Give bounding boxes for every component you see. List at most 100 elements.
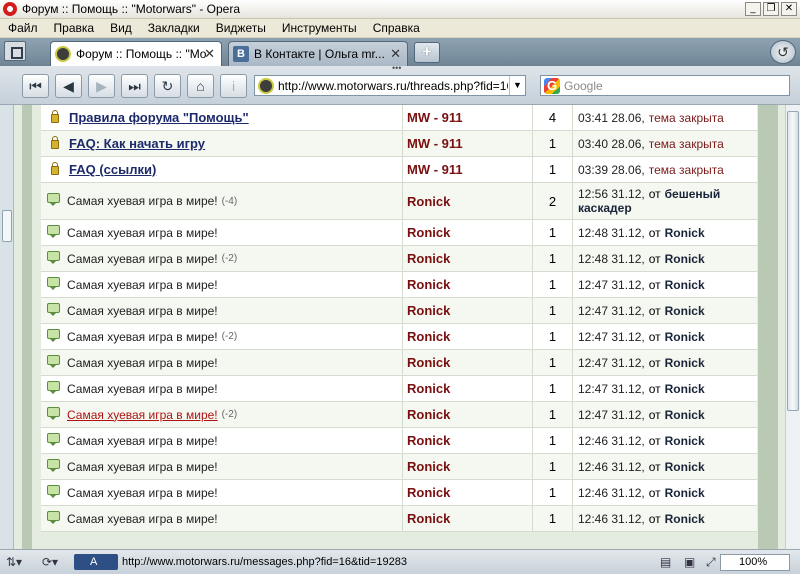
home-button[interactable]: ⌂ [187, 74, 214, 98]
topic-link[interactable]: Самая хуевая игра в мире! [67, 304, 218, 318]
images-toggle-icon[interactable]: ▣ [684, 555, 695, 569]
topic-link[interactable]: Самая хуевая игра в мире! [67, 512, 218, 526]
last-post-prefix: от [648, 485, 661, 500]
scrollbar-thumb[interactable] [787, 111, 799, 411]
menu-help[interactable]: Справка [365, 21, 428, 35]
topic-link[interactable]: Самая хуевая игра в мире! [67, 194, 218, 208]
last-post-info: 12:56 31.12, от бешеный каскадер [578, 187, 757, 215]
topic-link[interactable]: Самая хуевая игра в мире! [67, 330, 218, 344]
menu-file[interactable]: Файл [0, 21, 46, 35]
rewind-button[interactable]: ⏮ [22, 74, 49, 98]
author-name[interactable]: MW - 911 [403, 131, 533, 156]
menu-edit[interactable]: Правка [46, 21, 103, 35]
panel-icon[interactable]: ▤ [660, 555, 671, 569]
menu-tools[interactable]: Инструменты [274, 21, 365, 35]
author-name[interactable]: Ronick [403, 428, 533, 453]
topic-link[interactable]: Самая хуевая игра в мире! [67, 382, 218, 396]
last-post-user[interactable]: Ronick [665, 278, 705, 292]
topic-link[interactable]: Самая хуевая игра в мире! [67, 486, 218, 500]
tab-forum[interactable]: Форум :: Помощь :: "Mo... ✕ [50, 41, 222, 66]
google-search-icon[interactable]: G [544, 77, 560, 94]
author-name[interactable]: Ronick [403, 298, 533, 323]
table-row: comment-icon Самая хуевая игра в мире! Ron… [41, 272, 757, 298]
author-name[interactable]: Ronick [403, 376, 533, 401]
author-name[interactable]: Ronick [403, 402, 533, 427]
network-status-icon[interactable]: ⇅▾ [6, 555, 22, 569]
topic-link[interactable]: Самая хуевая игра в мире! [67, 226, 218, 240]
close-button[interactable]: ✕ [781, 2, 797, 16]
topic-link[interactable]: Самая хуевая игра в мире! [67, 408, 218, 422]
closed-tabs-trash-icon[interactable]: ↺ [770, 40, 796, 64]
author-name[interactable]: Ronick [403, 350, 533, 375]
author-name[interactable]: Ronick [403, 506, 533, 531]
zoom-control[interactable]: 100% [720, 554, 790, 571]
search-input[interactable]: Google [564, 79, 603, 93]
fit-to-width-icon[interactable]: ⤢ [706, 555, 716, 570]
author-name[interactable]: Ronick [403, 324, 533, 349]
maximize-button[interactable]: ❐ [763, 2, 779, 16]
last-post-user[interactable]: Ronick [665, 252, 705, 266]
last-post-user[interactable]: Ronick [665, 486, 705, 500]
address-dropdown-icon[interactable]: ▼ [509, 76, 525, 95]
tab-close-icon[interactable]: ✕ [390, 46, 401, 62]
author-name[interactable]: Ronick [403, 246, 533, 271]
topic-link[interactable]: Самая хуевая игра в мире! [67, 460, 218, 474]
menu-bookmarks[interactable]: Закладки [140, 21, 208, 35]
forward-button[interactable]: ▶ [88, 74, 115, 98]
last-post-info: 12:46 31.12, от Ronick [578, 460, 705, 474]
address-bar[interactable]: http://www.motorwars.ru/threads.php?fid=… [254, 75, 526, 96]
last-post-cell: 12:47 31.12, от Ronick [573, 376, 757, 401]
topic-link[interactable]: Правила форума "Помощь" [69, 110, 249, 125]
author-name[interactable]: MW - 911 [403, 105, 533, 130]
author-name[interactable]: Ronick [403, 183, 533, 219]
tab-vkontakte[interactable]: В В Контакте | Ольга mr... ✕ [228, 41, 408, 66]
minimize-button[interactable]: _ [745, 2, 761, 16]
last-post-user[interactable]: Ronick [665, 330, 705, 344]
reload-button[interactable]: ↻ [154, 74, 181, 98]
input-language-indicator[interactable]: A [74, 554, 118, 570]
last-post-user[interactable]: Ronick [665, 408, 705, 422]
site-info-button[interactable]: i [220, 74, 247, 98]
reply-count: 1 [533, 350, 573, 375]
panel-toggle-button[interactable] [4, 41, 26, 61]
tab-close-icon[interactable]: ✕ [204, 46, 215, 62]
last-post-time: 12:47 31.12, [578, 355, 645, 370]
topic-link[interactable]: Самая хуевая игра в мире! [67, 434, 218, 448]
topic-link[interactable]: FAQ: Как начать игру [69, 136, 205, 151]
sync-icon[interactable]: ⟳▾ [42, 555, 58, 569]
menu-widgets[interactable]: Виджеты [208, 21, 274, 35]
last-post-user[interactable]: Ronick [665, 226, 705, 240]
last-post-time: 12:46 31.12, [578, 459, 645, 474]
author-name[interactable]: Ronick [403, 454, 533, 479]
back-button[interactable]: ◀ [55, 74, 82, 98]
comment-icon: comment-icon [47, 380, 60, 394]
last-post-prefix: от [648, 381, 661, 396]
last-post-user[interactable]: Ronick [665, 304, 705, 318]
topic-link[interactable]: Самая хуевая игра в мире! [67, 356, 218, 370]
last-post-user[interactable]: Ronick [665, 382, 705, 396]
lock-icon: lock-icon [51, 136, 59, 149]
topic-cell: comment-icon Самая хуевая игра в мире!(-2… [41, 246, 403, 271]
vertical-scrollbar[interactable] [785, 105, 800, 549]
toolbar-grip[interactable]: ••• [392, 64, 408, 73]
last-post-prefix: от [648, 407, 661, 422]
search-box[interactable]: G Google [540, 75, 790, 96]
last-post-user[interactable]: Ronick [665, 434, 705, 448]
address-input[interactable]: http://www.motorwars.ru/threads.php?fid=… [278, 79, 508, 93]
last-post-user[interactable]: Ronick [665, 512, 705, 526]
menu-view[interactable]: Вид [102, 21, 140, 35]
author-name[interactable]: Ronick [403, 220, 533, 245]
table-row: lock-icon Правила форума "Помощь" MW - 911… [41, 105, 757, 131]
topic-link[interactable]: FAQ (ссылки) [69, 162, 156, 177]
topic-link[interactable]: Самая хуевая игра в мире! [67, 278, 218, 292]
last-post-user[interactable]: Ronick [665, 460, 705, 474]
topic-link[interactable]: Самая хуевая игра в мире! [67, 252, 218, 266]
last-post-user[interactable]: Ronick [665, 356, 705, 370]
new-tab-button[interactable]: + [414, 42, 440, 63]
author-name[interactable]: MW - 911 [403, 157, 533, 182]
fast-forward-button[interactable]: ⏭ [121, 74, 148, 98]
side-panel-handle[interactable] [2, 210, 12, 242]
author-name[interactable]: Ronick [403, 480, 533, 505]
last-post-info: 12:46 31.12, от Ronick [578, 434, 705, 448]
author-name[interactable]: Ronick [403, 272, 533, 297]
